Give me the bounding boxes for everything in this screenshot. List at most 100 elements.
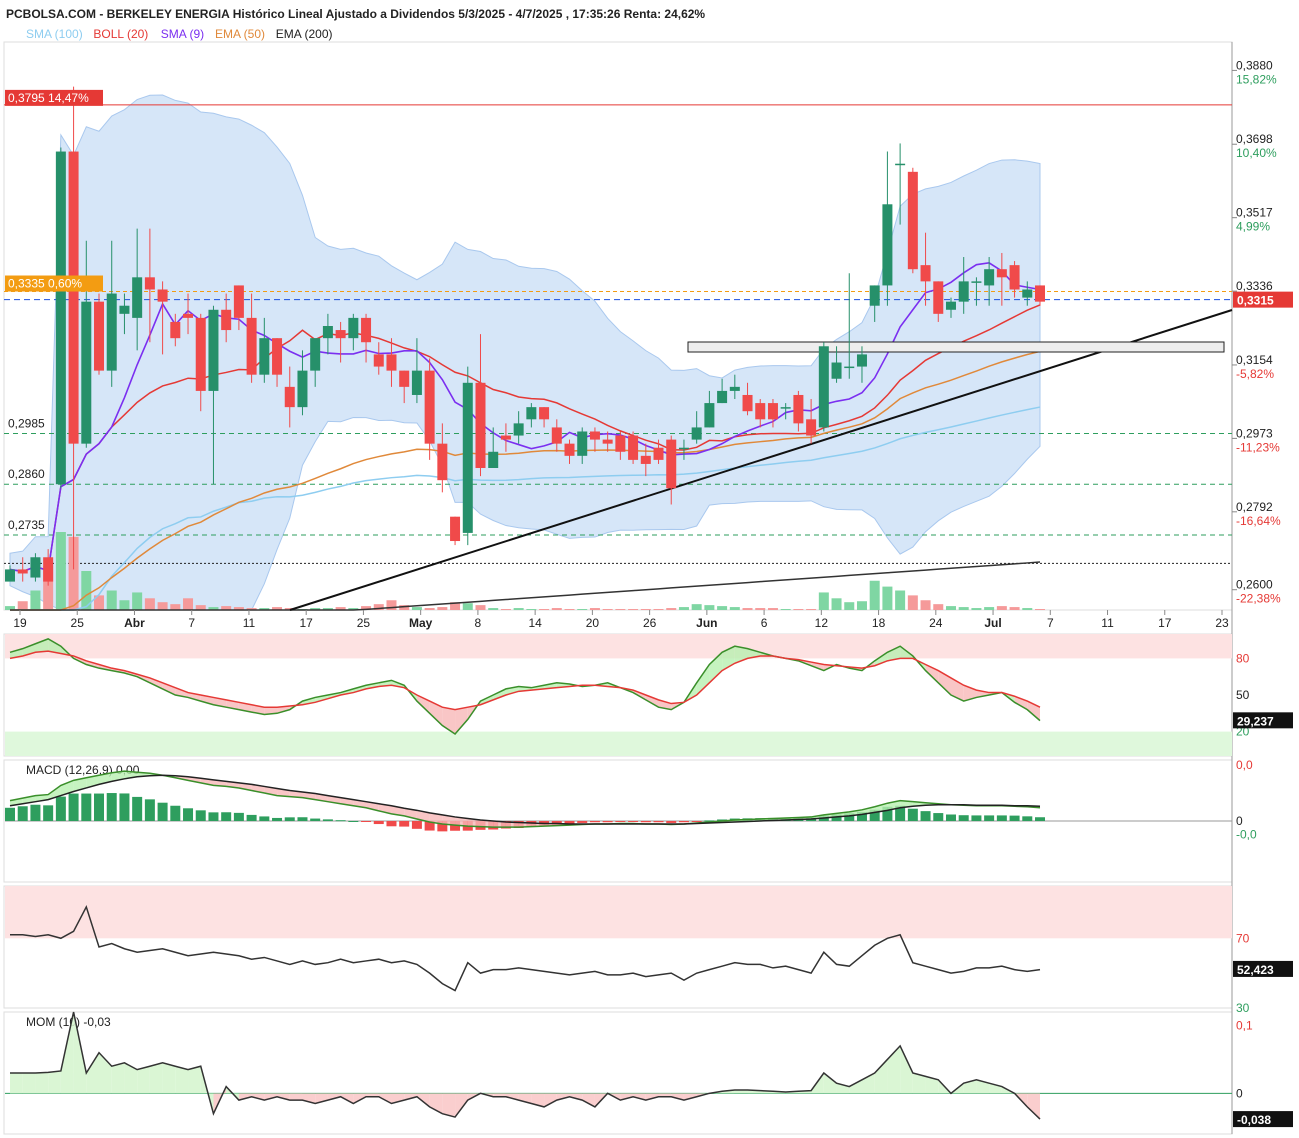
volume-bar bbox=[577, 609, 588, 610]
y-pct-label: -5,82% bbox=[1236, 367, 1274, 381]
volume-bar bbox=[717, 606, 728, 610]
macd-histogram-bar bbox=[628, 821, 639, 822]
volume-bar bbox=[119, 600, 130, 610]
support-label: 0,2735 bbox=[8, 518, 45, 532]
volume-bar bbox=[462, 603, 473, 610]
candle-body bbox=[132, 277, 143, 318]
x-tick-label: 25 bbox=[71, 616, 85, 630]
mom-fill bbox=[162, 1062, 176, 1094]
mom-y-label: 0 bbox=[1236, 1086, 1243, 1100]
macd-histogram-bar bbox=[55, 796, 66, 821]
resistance-box bbox=[687, 341, 1225, 353]
mom-fill bbox=[874, 1059, 888, 1094]
candle-body bbox=[678, 447, 689, 450]
macd-histogram-bar bbox=[157, 802, 168, 821]
volume-bar bbox=[30, 590, 41, 610]
volume-bar bbox=[1035, 609, 1045, 610]
volume-bar bbox=[475, 605, 486, 610]
candle-body bbox=[920, 265, 931, 282]
candle-body bbox=[755, 403, 766, 420]
x-tick-label: 11 bbox=[1101, 616, 1114, 630]
macd-histogram-bar bbox=[907, 808, 918, 821]
candle-body bbox=[475, 382, 486, 468]
volume-bar bbox=[780, 609, 791, 610]
volume-bar bbox=[742, 608, 753, 610]
volume-bar bbox=[882, 586, 893, 610]
candle-body bbox=[386, 354, 397, 371]
candle-body bbox=[144, 277, 155, 290]
candle-body bbox=[68, 151, 79, 444]
candle-body bbox=[895, 163, 906, 166]
macd-histogram-bar bbox=[373, 821, 384, 825]
volume-bar bbox=[1022, 608, 1033, 610]
legend-item: SMA (100) bbox=[26, 27, 83, 41]
volume-bar bbox=[411, 607, 422, 610]
max-tag: 0,3795 14,47% bbox=[5, 89, 103, 106]
rsi-y-label: 30 bbox=[1236, 1001, 1250, 1015]
macd-y-label: -0,0 bbox=[1236, 828, 1257, 842]
y-axis: 0,388015,82% 0,369810,40% 0,35174,99% 0,333… bbox=[1232, 58, 1293, 606]
x-tick-label: 25 bbox=[357, 616, 371, 630]
macd-layer: MACD (12,26,9) 0,00 0,00-0,0 bbox=[5, 758, 1257, 842]
candle-body bbox=[691, 427, 702, 440]
macd-histogram-bar bbox=[640, 821, 651, 823]
x-tick-label: 12 bbox=[815, 616, 829, 630]
candle-body bbox=[907, 171, 918, 270]
y-tick-label: 0,2973 bbox=[1236, 426, 1273, 440]
volume-bar bbox=[564, 609, 575, 610]
macd-histogram-bar bbox=[246, 814, 257, 821]
candle-body bbox=[602, 439, 613, 444]
mom-fill bbox=[849, 1079, 862, 1094]
macd-histogram-bar bbox=[1022, 816, 1033, 821]
mom-fill bbox=[22, 1073, 36, 1094]
y-tick-label: 0,3154 bbox=[1236, 353, 1273, 367]
ref-tag-text: 0,3335 0,60% bbox=[8, 277, 82, 291]
macd-histogram-bar bbox=[411, 821, 422, 829]
volume-bar bbox=[653, 609, 664, 610]
mom-layer: MOM (10) -0,03 0,1 0 -0,038 bbox=[5, 1011, 1293, 1128]
stock-chart: PCBOLSA.COM - BERKELEY ENERGIA Histórico… bbox=[3, 7, 1293, 1135]
candle-body bbox=[818, 346, 829, 428]
candle-body bbox=[43, 557, 54, 582]
y-pct-label: -22,38% bbox=[1236, 592, 1281, 606]
candle-body bbox=[551, 427, 562, 444]
macd-histogram-bar bbox=[653, 821, 664, 823]
candle-body bbox=[17, 569, 28, 574]
volume-bar bbox=[526, 609, 537, 610]
mom-fill bbox=[1027, 1093, 1040, 1120]
candle-body bbox=[729, 386, 740, 391]
macd-histogram-bar bbox=[958, 815, 969, 821]
y-pct-label: 10,40% bbox=[1236, 146, 1277, 160]
candle-body bbox=[1035, 285, 1045, 302]
macd-histogram-bar bbox=[297, 817, 308, 821]
candle-body bbox=[767, 403, 778, 420]
sto-value-text: 29,237 bbox=[1237, 714, 1274, 728]
volume-bar bbox=[818, 592, 829, 610]
volume-bar bbox=[793, 609, 804, 610]
rsi-y-label: 70 bbox=[1236, 931, 1250, 945]
mom-fill bbox=[188, 1066, 201, 1094]
macd-histogram-bar bbox=[170, 805, 181, 821]
candle-body bbox=[221, 309, 232, 331]
macd-histogram-bar bbox=[666, 821, 677, 823]
volume-bar bbox=[996, 606, 1007, 610]
x-tick-label: May bbox=[409, 616, 433, 630]
x-tick-label: 7 bbox=[188, 616, 195, 630]
chart-title: PCBOLSA.COM - BERKELEY ENERGIA Histórico… bbox=[6, 7, 705, 21]
macd-histogram-bar bbox=[5, 807, 15, 821]
legend-item: EMA (50) bbox=[215, 27, 265, 41]
mom-fill bbox=[823, 1073, 837, 1094]
mom-fill bbox=[10, 1073, 23, 1094]
volume-bar bbox=[424, 608, 435, 610]
macd-histogram-bar bbox=[272, 817, 283, 821]
candle-body bbox=[640, 455, 651, 464]
y-tick-label: 0,3698 bbox=[1236, 132, 1273, 146]
legend: SMA (100) BOLL (20) SMA (9) EMA (50) EMA (20… bbox=[26, 27, 333, 41]
x-tick-label: 11 bbox=[243, 616, 256, 630]
x-tick-label: Jul bbox=[984, 616, 1001, 630]
y-pct-label: 4,99% bbox=[1236, 220, 1270, 234]
volume-bar bbox=[767, 608, 778, 610]
volume-bar bbox=[806, 609, 817, 610]
volume-bar bbox=[844, 602, 855, 610]
legend-item: EMA (200) bbox=[276, 27, 333, 41]
